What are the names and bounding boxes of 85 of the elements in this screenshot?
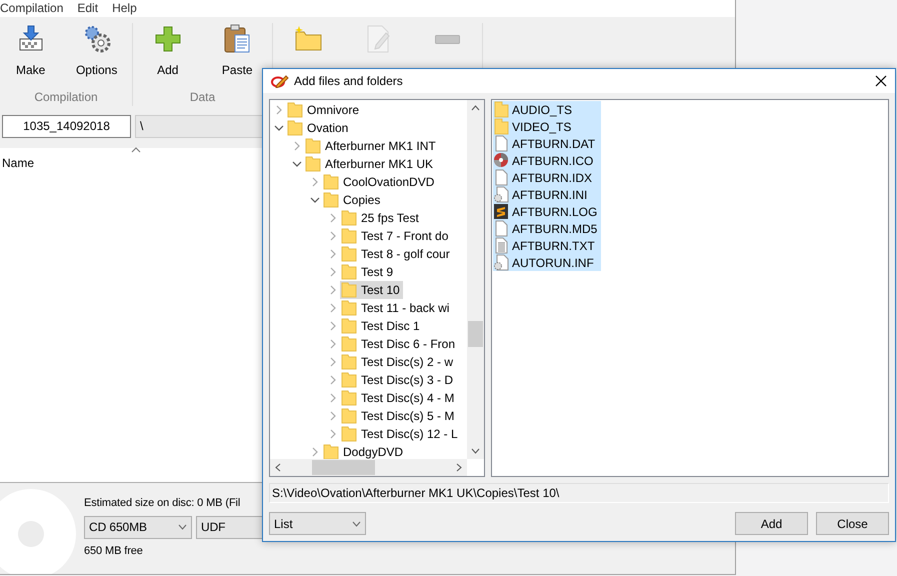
tree-item[interactable]: Test 11 - back wi [340,299,452,317]
make-button[interactable]: Make [8,23,53,79]
disc-type-dropdown[interactable]: CD 650MB [84,516,192,538]
file-item[interactable]: AFTBURN.ICO [493,152,602,169]
folder-icon [323,192,339,208]
tree-item[interactable]: Test 10 [340,281,403,299]
folder-icon [341,408,357,424]
file-item[interactable]: AFTBURN.DAT [493,135,602,152]
tree-item[interactable]: Test Disc(s) 2 - w [340,353,456,371]
tree-item[interactable]: Test 9 [340,263,396,281]
folder-icon [341,336,357,352]
tree-item[interactable]: Test Disc 1 [340,317,423,335]
folder-icon [305,156,321,172]
chevron-right-icon[interactable] [456,463,462,472]
chevron-up-icon[interactable] [471,105,480,111]
pencil-icon [271,74,289,88]
add-button[interactable]: Add [735,512,808,535]
tree-item[interactable]: DodgyDVD [322,443,406,459]
menu-item[interactable]: Compilation [0,0,64,17]
menu-item[interactable]: Help [112,0,137,17]
tree-item[interactable]: Omnivore [286,101,362,119]
free-space: 650 MB free [84,544,144,558]
file-icon [493,220,509,237]
file-icon [493,169,509,186]
paste-button[interactable]: Paste [215,23,260,79]
folder-icon [341,426,357,442]
add-button[interactable]: Add [146,23,190,79]
folder-icon [493,118,509,135]
column-header[interactable]: Name [2,156,34,170]
group-label: Compilation [33,89,99,106]
chevron-down-icon[interactable] [471,448,480,454]
sort-caret-icon [131,147,141,153]
tree-item[interactable]: Test Disc 6 - Fron [340,335,458,353]
file-item[interactable]: VIDEO_TS [493,118,602,135]
file-item[interactable]: AUTORUN.INF [493,254,602,271]
tree-item[interactable]: Test 7 - Front do [340,227,452,245]
file-item[interactable]: AFTBURN.TXT [493,237,602,254]
tree-item[interactable]: Test 8 - golf cour [340,245,453,263]
tree-item[interactable]: Test Disc(s) 4 - M [340,389,458,407]
horizontal-scrollbar[interactable] [270,459,467,476]
folder-icon [341,282,357,298]
path-bar: S:\Video\Ovation\Afterburner MK1 UK\Copies\Test 10\ [269,483,889,503]
folder-icon [341,210,357,226]
file-item[interactable]: AFTBURN.LOG [493,203,602,220]
tree-item[interactable]: Test Disc(s) 5 - M [340,407,458,425]
folder-icon [287,120,303,136]
folder-icon [341,246,357,262]
tree-item[interactable]: CoolOvationDVD [322,173,438,191]
close-button[interactable]: Close [816,512,889,535]
file-item[interactable]: AFTBURN.MD5 [493,220,602,237]
tree-item[interactable]: Test Disc(s) 3 - D [340,371,456,389]
scrollbar-thumb[interactable] [468,321,483,347]
folder-icon [341,372,357,388]
file-item[interactable]: AUDIO_TS [493,101,602,118]
tree-item[interactable]: Copies [322,191,384,209]
tree-item[interactable]: Test Disc(s) 12 - L [340,425,461,443]
folder-icon [341,354,357,370]
folder-icon [341,228,357,244]
vertical-scrollbar[interactable] [467,100,484,459]
options-button[interactable]: Options [70,23,124,79]
name-field[interactable]: 1035_14092018 [2,115,131,138]
chevron-down-icon [178,524,187,530]
folder-icon [341,390,357,406]
menu-item[interactable]: Edit [77,0,98,17]
folder-icon [493,101,509,118]
tree-item[interactable]: Afterburner MK1 INT [304,137,439,155]
dialog-title: Add files and folders [294,73,404,90]
tree-item[interactable]: Afterburner MK1 UK [304,155,436,173]
file-item[interactable]: AFTBURN.INI [493,186,602,203]
file-item[interactable]: AFTBURN.IDX [493,169,602,186]
file-icon [493,135,509,152]
close-icon[interactable] [875,75,887,87]
folder-icon [323,174,339,190]
chevron-left-icon[interactable] [275,463,281,472]
tree-item[interactable]: 25 fps Test [340,209,422,227]
text-file-icon [493,237,509,254]
folder-icon [287,102,303,118]
size-estimate: Estimated size on disc: 0 MB (Fil [84,496,242,511]
chevron-down-icon [352,520,361,526]
app-icon [493,203,509,220]
view-dropdown[interactable]: List [269,512,366,535]
scrollbar-thumb[interactable] [312,460,375,475]
group-label: Data [188,89,216,106]
tree-item[interactable]: Ovation [286,119,352,137]
folder-icon [341,318,357,334]
